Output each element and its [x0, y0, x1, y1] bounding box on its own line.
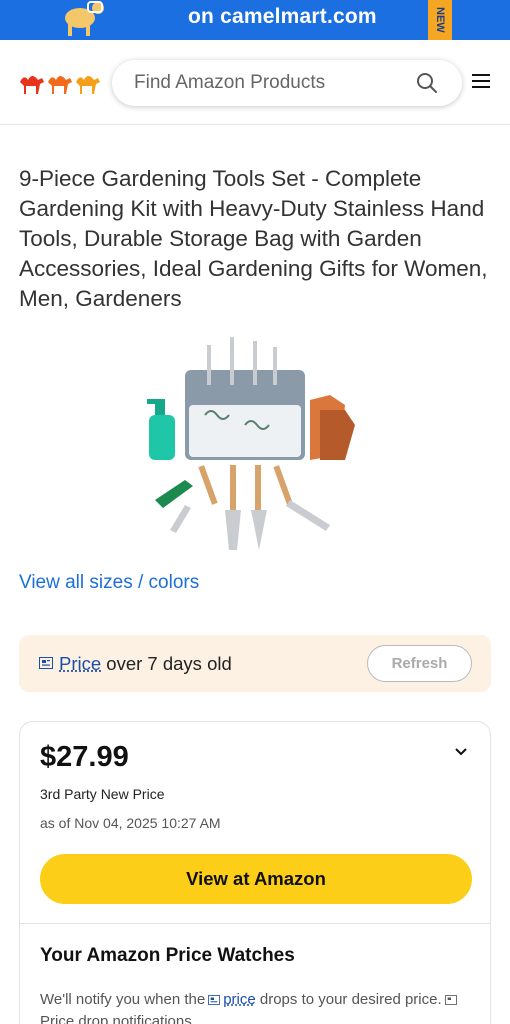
watch-desc-end: drops to your desired price.	[259, 991, 442, 1008]
site-header	[0, 40, 510, 125]
search-icon[interactable]	[416, 72, 438, 94]
refresh-button[interactable]: Refresh	[367, 645, 472, 682]
watch-desc-start: We'll notify you when the	[40, 991, 206, 1008]
camel-mascot-icon	[65, 1, 104, 36]
hamburger-menu-icon[interactable]	[472, 73, 490, 89]
search-input[interactable]	[134, 72, 404, 94]
view-sizes-colors-link[interactable]: View all sizes / colors	[19, 572, 199, 594]
chevron-down-icon[interactable]	[454, 747, 468, 757]
price-watches-description: We'll notify you when the price drops to …	[40, 989, 480, 1024]
price-tag-icon	[208, 995, 221, 1005]
price-type: 3rd Party New Price	[40, 786, 165, 802]
notice-text: Price over 7 days old	[59, 653, 232, 675]
price-tag-icon	[39, 657, 53, 669]
price-card: $27.99 3rd Party New Price as of Nov 04,…	[19, 721, 491, 1024]
notification-icon	[444, 995, 457, 1005]
notice-message: over 7 days old	[101, 653, 232, 674]
price-info-link[interactable]: Price	[59, 653, 101, 674]
divider	[20, 923, 490, 924]
price-age-notice: Price over 7 days old Refresh	[19, 635, 491, 692]
banner-badge: NEW	[428, 0, 452, 40]
banner-text: on camelmart.com	[188, 5, 377, 28]
product-image[interactable]	[135, 325, 375, 570]
price-link[interactable]: price	[223, 991, 256, 1008]
search-bar[interactable]	[112, 60, 462, 106]
promo-banner[interactable]: on camelmart.com NEW	[0, 0, 510, 40]
price-watches-title: Your Amazon Price Watches	[40, 945, 295, 966]
price-timestamp: as of Nov 04, 2025 10:27 AM	[40, 815, 221, 831]
notification-label: Price drop notifications	[40, 1013, 192, 1024]
price-value: $27.99	[40, 741, 129, 773]
product-title: 9-Piece Gardening Tools Set - Complete G…	[19, 166, 488, 311]
view-at-amazon-button[interactable]: View at Amazon	[40, 854, 472, 904]
camelcamelcamel-logo[interactable]	[18, 68, 102, 96]
